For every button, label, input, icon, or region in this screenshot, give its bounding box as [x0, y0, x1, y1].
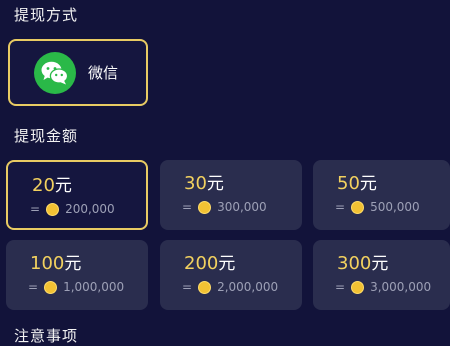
amount-unit: 元 — [218, 254, 236, 274]
amount-value: 100 — [30, 253, 65, 274]
amount-unit: 元 — [54, 176, 72, 196]
coin-icon — [198, 280, 212, 294]
amount-unit: 元 — [359, 174, 377, 194]
coin-amount: 1,000,000 — [63, 280, 125, 294]
notes-title: 注意事项 — [14, 327, 79, 345]
amount-option-50[interactable]: 50元 = 500,000 — [313, 160, 450, 230]
amount-option-20[interactable]: 20元 = 200,000 — [6, 160, 148, 230]
amount-option-100[interactable]: 100元 = 1,000,000 — [6, 240, 148, 310]
equals-sign: = — [335, 280, 346, 294]
amount-value: 30 — [184, 173, 207, 194]
withdraw-amount-title: 提现金额 — [14, 127, 79, 145]
equals-sign: = — [28, 280, 39, 294]
amount-unit: 元 — [371, 254, 389, 274]
coin-amount: 2,000,000 — [217, 280, 279, 294]
amount-option-300[interactable]: 300元 = 3,000,000 — [313, 240, 450, 310]
coin-amount: 3,000,000 — [370, 280, 432, 294]
coin-icon — [44, 280, 58, 294]
wechat-icon — [34, 51, 76, 94]
coin-amount: 200,000 — [65, 202, 115, 216]
equals-sign: = — [335, 200, 346, 214]
coin-icon — [198, 200, 212, 214]
coin-icon — [46, 202, 60, 216]
amount-option-200[interactable]: 200元 = 2,000,000 — [160, 240, 302, 310]
amount-unit: 元 — [64, 254, 82, 274]
equals-sign: = — [182, 200, 193, 214]
wechat-method-label: 微信 — [88, 64, 119, 82]
coin-icon — [351, 280, 365, 294]
coin-amount: 500,000 — [370, 200, 420, 214]
wechat-method-option[interactable]: 微信 — [8, 39, 148, 106]
amount-value: 20 — [32, 175, 55, 196]
amount-value: 200 — [184, 253, 219, 274]
amount-value: 50 — [337, 173, 360, 194]
equals-sign: = — [182, 280, 193, 294]
amount-unit: 元 — [206, 174, 224, 194]
amount-value: 300 — [337, 253, 372, 274]
amount-option-30[interactable]: 30元 = 300,000 — [160, 160, 302, 230]
coin-icon — [351, 200, 365, 214]
equals-sign: = — [30, 202, 41, 216]
coin-amount: 300,000 — [217, 200, 267, 214]
withdraw-method-title: 提现方式 — [14, 6, 79, 24]
